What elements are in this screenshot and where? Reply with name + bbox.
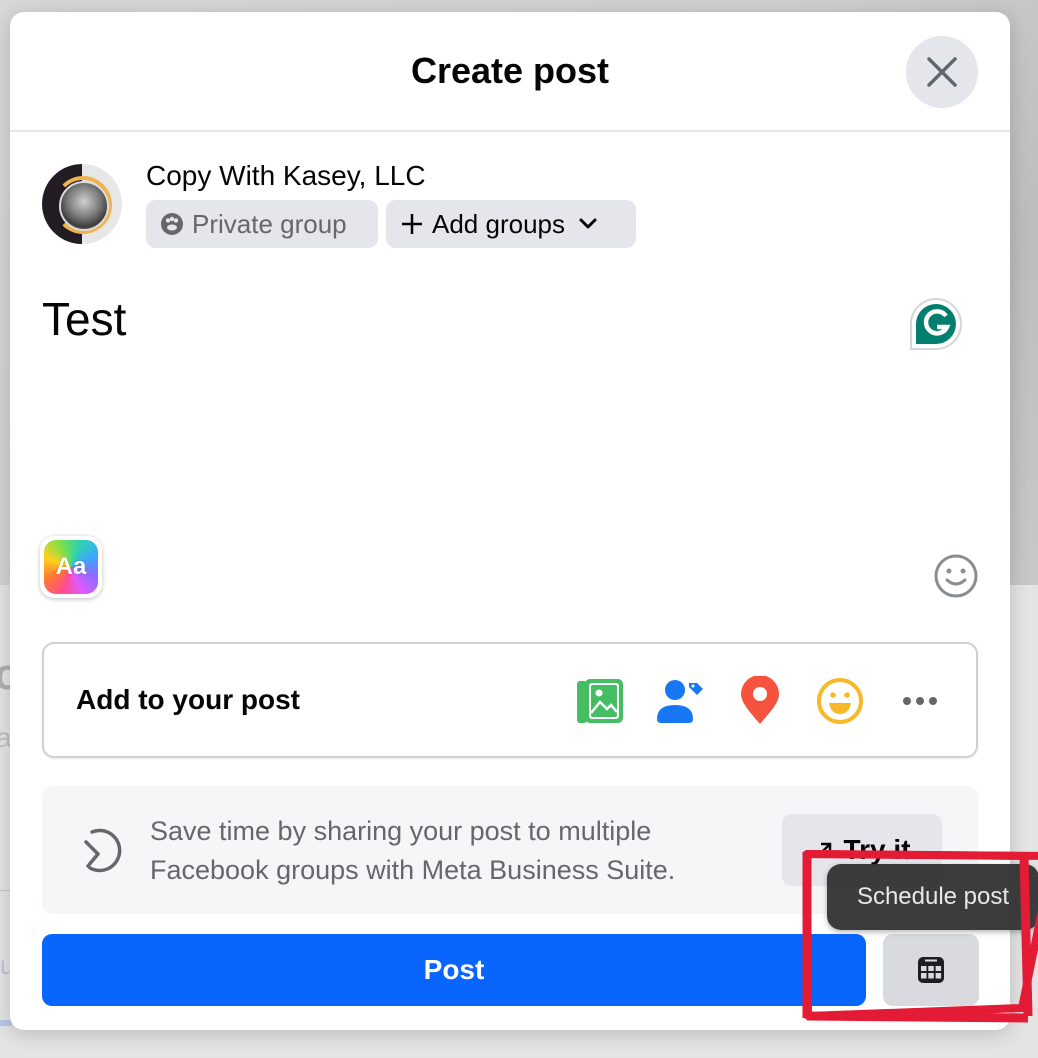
tag-people-button[interactable]	[654, 676, 706, 726]
add-to-post-box: Add to your post	[42, 642, 978, 758]
smiley-icon[interactable]	[932, 552, 980, 600]
photo-video-button[interactable]	[574, 676, 626, 726]
check-in-icon	[741, 676, 779, 724]
promo-text: Save time by sharing your post to multip…	[150, 816, 676, 885]
feeling-activity-button[interactable]	[814, 676, 866, 726]
author-name: Copy With Kasey, LLC	[146, 160, 426, 191]
dialog-title: Create post	[410, 50, 610, 91]
dialog-header: Create post	[10, 12, 1010, 132]
text-format-button[interactable]: Aa	[40, 536, 102, 598]
check-in-button[interactable]	[734, 676, 786, 726]
tag-people-icon	[657, 680, 703, 723]
meta-business-suite-icon	[84, 828, 122, 873]
close-icon	[927, 57, 957, 87]
feeling-activity-icon	[817, 678, 863, 724]
try-it-label: Try it	[843, 834, 911, 865]
add-to-post-label: Add to your post	[76, 684, 300, 715]
more-icon	[903, 697, 937, 705]
chevron-down-icon	[579, 218, 597, 229]
photo-video-icon	[577, 679, 623, 723]
plus-icon	[402, 214, 422, 234]
text-format-icon: Aa	[44, 540, 98, 594]
schedule-post-button[interactable]	[883, 934, 979, 1006]
external-arrow-icon	[816, 842, 831, 857]
privacy-label: Private group	[192, 208, 347, 239]
calendar-icon	[918, 957, 944, 983]
privacy-selector[interactable]: Private group	[146, 200, 378, 248]
post-button[interactable]: Post	[42, 934, 866, 1006]
post-text-input[interactable]: Test	[42, 292, 126, 346]
group-icon	[161, 213, 183, 235]
more-options-button[interactable]	[894, 676, 946, 726]
schedule-post-tooltip: Schedule post	[827, 864, 1038, 930]
avatar	[42, 164, 122, 244]
add-groups-button[interactable]: Add groups	[386, 200, 636, 248]
avatar-photo	[59, 181, 109, 231]
grammarly-icon[interactable]	[908, 296, 966, 352]
add-groups-label: Add groups	[432, 208, 565, 239]
close-button[interactable]	[906, 36, 978, 108]
